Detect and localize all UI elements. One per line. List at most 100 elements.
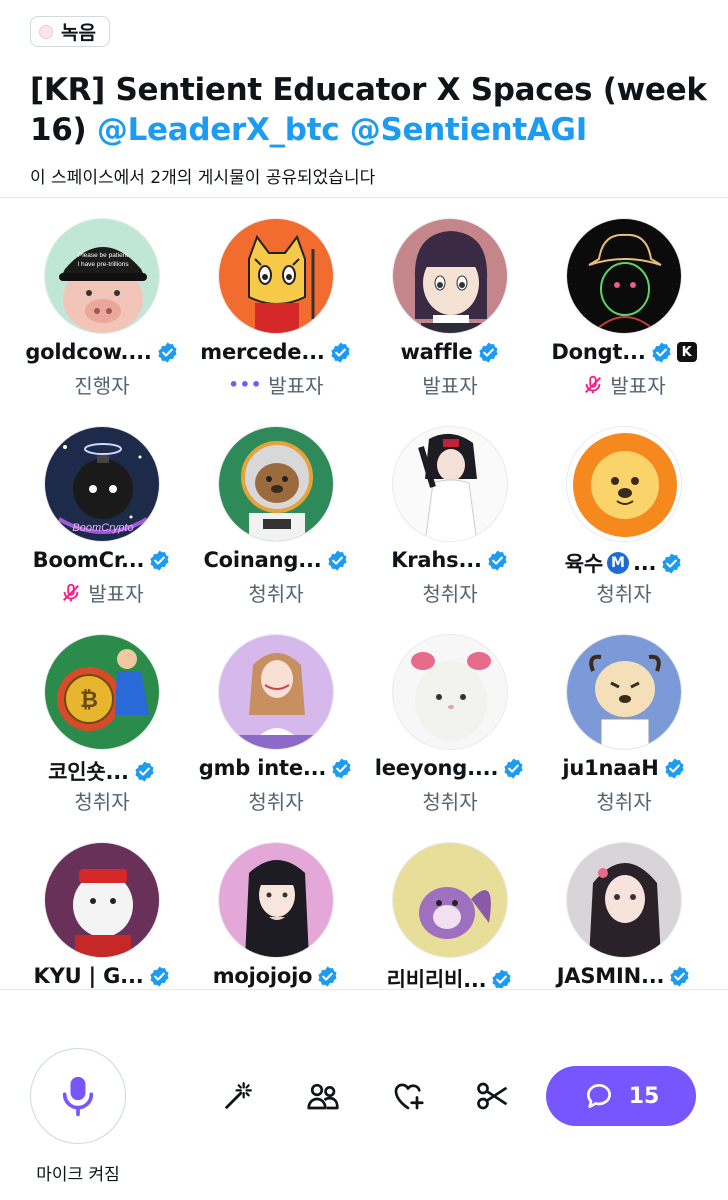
participant-goldcow[interactable]: Please be patient I have pre-trillions g…: [15, 218, 189, 418]
role-label: 발표자: [268, 374, 324, 398]
participant-role: ••• 발표자: [189, 370, 363, 399]
role-label: 발표자: [88, 582, 144, 606]
avatar: [392, 218, 508, 334]
participant-yuksu[interactable]: 육수 M ... 청취자: [537, 426, 711, 626]
role-label: 진행자: [74, 374, 130, 398]
space-title-mentions[interactable]: @LeaderX_btc @SentientAGI: [97, 112, 587, 148]
participant-role: 청취자: [363, 786, 537, 815]
participant-role: 청취자: [189, 786, 363, 815]
verified-badge-icon: [665, 757, 684, 779]
participant-name-row: 리비리비...: [363, 964, 537, 988]
participant-ribiribi[interactable]: 리비리비...: [363, 842, 537, 988]
verified-badge-icon: [652, 341, 671, 363]
participant-name-row: goldcow....: [15, 340, 189, 364]
comment-count: 15: [628, 1083, 660, 1109]
participant-ju1naah[interactable]: ju1naaH 청취자: [537, 634, 711, 834]
verified-badge-icon: [504, 757, 523, 779]
scissors-icon: [477, 1082, 507, 1110]
participant-mojojojo[interactable]: mojojojo: [189, 842, 363, 988]
verified-badge-icon: [149, 965, 169, 987]
avatar: [218, 634, 334, 750]
participant-role: 발표자: [15, 578, 189, 607]
participant-coinshort[interactable]: ₿ 코인숏... 청취자: [15, 634, 189, 834]
svg-text:₿: ₿: [80, 687, 98, 712]
participant-waffle[interactable]: waffle 발표자: [363, 218, 537, 418]
participant-name: goldcow....: [25, 340, 152, 364]
avatar: [218, 842, 334, 958]
participant-leeyong[interactable]: leeyong.... 청취자: [363, 634, 537, 834]
participant-name: Coinang...: [203, 548, 322, 572]
participant-name: gmb inte...: [198, 756, 327, 780]
participant-name: ju1naaH: [562, 756, 659, 780]
participant-name: KYU | G...: [33, 964, 144, 988]
participant-name: 코인숏...: [48, 760, 129, 784]
participant-coinang[interactable]: Coinang... 청취자: [189, 426, 363, 626]
shared-posts-link[interactable]: 이 스페이스에서 2개의 게시물이 공유되었습니다: [30, 163, 375, 188]
participant-name-row: mojojojo: [189, 964, 363, 988]
avatar: [218, 426, 334, 542]
participant-name: mojojojo: [212, 964, 313, 988]
verified-badge-icon: [670, 965, 689, 987]
participant-role: 청취자: [189, 578, 363, 607]
participant-jasmin[interactable]: JASMIN...: [537, 842, 711, 988]
participant-name-suffix: ...: [632, 551, 657, 575]
participant-name-row: 코인숏...: [15, 756, 189, 786]
participant-role: 청취자: [537, 578, 711, 607]
role-label: 청취자: [248, 790, 304, 814]
avatar: [566, 218, 682, 334]
people-icon: [307, 1083, 339, 1110]
participant-role: 청취자: [537, 786, 711, 815]
verified-badge-icon: [327, 549, 347, 571]
cap-text-2: I have pre-trillions: [77, 261, 129, 268]
avatar: ₿: [44, 634, 160, 750]
participant-name: Dongt...: [551, 340, 646, 364]
avatar: [392, 842, 508, 958]
role-label: 발표자: [610, 374, 666, 398]
participant-krahs[interactable]: Krahs... 청취자: [363, 426, 537, 626]
boom-logo-text: BoomCrypto: [72, 522, 133, 534]
header-divider: [0, 197, 728, 198]
participant-role: 청취자: [363, 578, 537, 607]
participant-mercede[interactable]: mercede... ••• 발표자: [189, 218, 363, 418]
participant-gmb[interactable]: gmb inte... 청취자: [189, 634, 363, 834]
avatar: [566, 426, 682, 542]
react-button[interactable]: [388, 1076, 428, 1116]
participant-name-row: leeyong....: [363, 756, 537, 780]
magic-wand-icon: [225, 1082, 252, 1109]
avatar: [44, 842, 160, 958]
recording-badge: 녹음: [30, 16, 110, 47]
role-label: 청취자: [248, 582, 304, 606]
verified-badge-icon: [318, 965, 337, 987]
verified-badge-icon: [158, 341, 177, 363]
participant-name-row: ju1naaH: [537, 756, 711, 780]
participant-name-row: KYU | G...: [15, 964, 189, 988]
avatar: [392, 426, 508, 542]
clip-button[interactable]: [472, 1076, 512, 1116]
participant-kyu[interactable]: KYU | G...: [15, 842, 189, 988]
avatar: [566, 634, 682, 750]
avatar: [218, 218, 334, 334]
affiliate-badge-icon: K: [676, 342, 697, 362]
mic-muted-icon: [63, 583, 80, 601]
microphone-button[interactable]: [30, 1048, 126, 1144]
verified-badge-icon: [150, 549, 169, 571]
heart-plus-icon: [394, 1083, 424, 1110]
participant-boomcr[interactable]: BoomCrypto BoomCr... 발표자: [15, 426, 189, 626]
role-label: 청취자: [422, 790, 478, 814]
participant-name: 육수: [564, 552, 603, 576]
effects-button[interactable]: [218, 1076, 258, 1116]
participant-name-row: 육수 M ...: [537, 548, 711, 578]
participants-grid: Please be patient I have pre-trillions g…: [15, 218, 713, 988]
participant-role: 발표자: [363, 370, 537, 399]
participant-role: 청취자: [15, 786, 189, 815]
participant-name-row: Dongt... K: [537, 340, 711, 364]
recording-dot-icon: [39, 24, 53, 39]
role-label: 청취자: [596, 790, 652, 814]
verified-badge-icon: [135, 760, 154, 782]
space-title: [KR] Sentient Educator X Spaces (week 16…: [30, 70, 710, 150]
comments-button[interactable]: 15: [546, 1066, 696, 1126]
participants-button[interactable]: [303, 1076, 343, 1116]
participant-name-row: Coinang...: [189, 548, 363, 572]
avatar: Please be patient I have pre-trillions: [44, 218, 160, 334]
participant-dongt[interactable]: Dongt... K 발표자: [537, 218, 711, 418]
